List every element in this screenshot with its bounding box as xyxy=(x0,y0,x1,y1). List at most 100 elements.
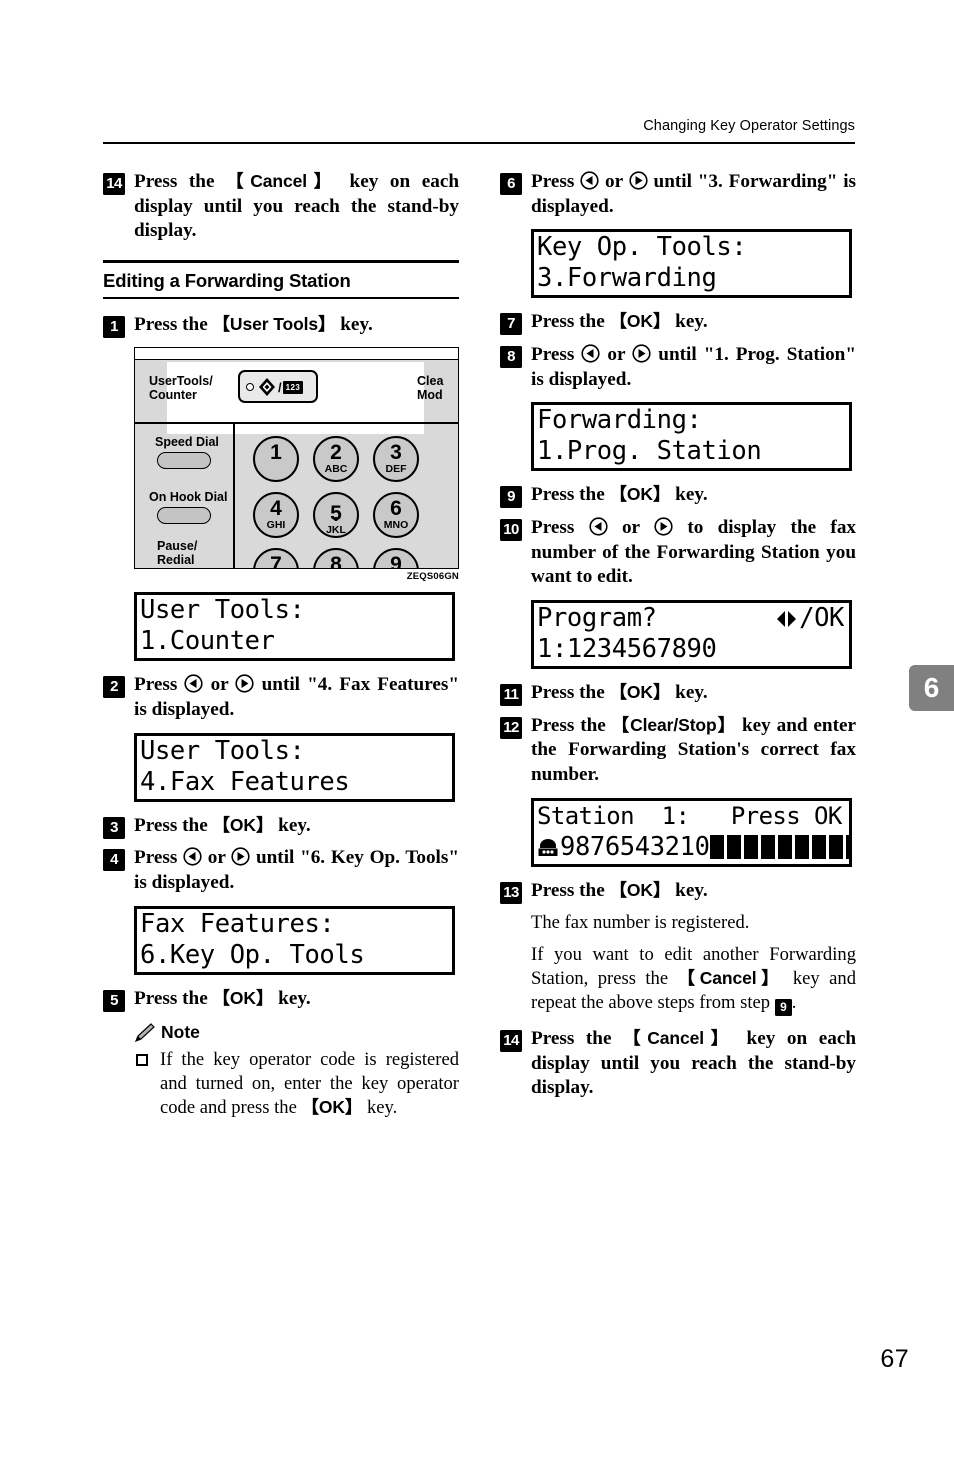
keypad-key-4[interactable]: 4 GHI xyxy=(253,492,299,539)
user-tools-key[interactable]: / 123 xyxy=(238,370,318,404)
key-letters: MNO xyxy=(383,519,409,532)
para-text-c: . xyxy=(791,991,797,1013)
note-heading: Note xyxy=(134,1022,459,1043)
keypad-key-9[interactable]: 9 xyxy=(373,548,419,569)
document-page: Changing Key Operator Settings 14 Press t… xyxy=(0,0,954,1475)
left-arrow-key-icon xyxy=(589,517,608,536)
speed-dial-key[interactable] xyxy=(157,452,211,470)
step-text-after: key. xyxy=(670,311,708,333)
step-text-before: Press the xyxy=(531,1028,624,1050)
keypad-key-3[interactable]: 3 DEF xyxy=(373,436,419,483)
key-digit: 3 xyxy=(390,441,402,465)
keypad-key-2[interactable]: 2 ABC xyxy=(313,436,359,483)
key-letters: GHI xyxy=(266,519,286,532)
step-text-before: Press the xyxy=(531,879,610,901)
step-text-before: Press the xyxy=(531,714,612,736)
user-tools-glyphs: / 123 xyxy=(257,376,304,398)
key-letters: JKL xyxy=(326,524,346,537)
label-speed-dial: Speed Dial xyxy=(155,435,219,450)
on-hook-dial-key[interactable] xyxy=(157,507,211,525)
left-arrow-key-icon xyxy=(184,674,204,693)
lcd-scroll-arrows xyxy=(699,436,844,467)
right-arrow-key-icon xyxy=(629,171,648,190)
key-cancel: 【Cancel】 xyxy=(623,1028,735,1049)
left-column: 14 Press the 【Cancel】 key on each display… xyxy=(103,170,459,1120)
step-badge: 10 xyxy=(500,519,522,542)
chapter-tab: 6 xyxy=(909,665,954,711)
step-3: 3 Press the 【OK】 key. xyxy=(103,814,459,839)
step-1: 1 Press the 【User Tools】 key. xyxy=(103,313,459,338)
telephone-icon xyxy=(538,838,558,856)
lcd-display-key-op-tools: Fax Features: 6.Key Op. Tools xyxy=(134,905,455,975)
lcd-line-1: Fax Features: xyxy=(140,908,335,939)
step-badge: 5 xyxy=(103,989,125,1012)
left-arrow-key-icon xyxy=(581,344,600,363)
note-text-after: key. xyxy=(362,1096,398,1118)
section-heading-block: Editing a Forwarding Station xyxy=(103,260,459,299)
step-text-before: Press the xyxy=(134,814,213,836)
step-badge: 14 xyxy=(500,1030,522,1053)
step-text-before: Press the xyxy=(531,484,610,506)
step-badge: 7 xyxy=(500,313,522,336)
panel-divider-vertical xyxy=(233,422,235,569)
lcd-line-2: 1:1234567890 xyxy=(537,634,717,665)
step-text-before: Press xyxy=(531,517,589,539)
step-9: 9 Press the 【OK】 key. xyxy=(500,483,856,509)
step-7: 7 Press the 【OK】 key. xyxy=(500,310,856,336)
step-badge: 9 xyxy=(500,486,522,509)
step-11: 11 Press the 【OK】 key. xyxy=(500,681,856,707)
right-arrow-key-icon xyxy=(231,847,250,866)
numeric-badge-icon: 123 xyxy=(282,380,304,394)
step-6: 6 Press or until "3. Forwarding" is displ… xyxy=(500,170,856,219)
step-text-before: Press xyxy=(134,674,185,696)
step-2: 2 Press or until "4. Fax Features" is dis… xyxy=(103,673,459,722)
running-header: Changing Key Operator Settings xyxy=(103,118,855,146)
step-badge: 8 xyxy=(500,346,522,369)
key-ok: 【OK】 xyxy=(609,484,671,505)
keypad-key-7[interactable]: 7 xyxy=(253,548,299,569)
key-letters: DEF xyxy=(385,463,407,476)
right-arrow-key-icon xyxy=(235,674,255,693)
section-heading-text: Editing a Forwarding Station xyxy=(103,269,351,291)
step-text-before: Press the xyxy=(134,171,227,192)
label-pause-redial: Pause/ Redial xyxy=(157,539,198,567)
step-badge: 12 xyxy=(500,716,522,739)
key-ok: 【OK】 xyxy=(609,682,671,703)
lcd-line-1: Key Op. Tools: xyxy=(537,232,747,263)
step-text-mid: or xyxy=(600,344,633,366)
tactile-dot-icon xyxy=(334,517,338,522)
right-arrow-key-icon xyxy=(632,344,651,363)
lcd-scroll-arrows xyxy=(302,940,447,971)
lcd-line-2: 9876543210 xyxy=(537,831,849,863)
key-digit: 2 xyxy=(330,441,342,465)
step-8: 8 Press or until "1. Prog. Station" is di… xyxy=(500,343,856,392)
step-text-before: Press the xyxy=(134,987,213,1009)
step-text-before: Press xyxy=(531,344,582,366)
step-text-mid: or xyxy=(203,674,236,696)
panel-divider-horizontal xyxy=(135,422,458,424)
keypad-key-6[interactable]: 6 MNO xyxy=(373,492,419,539)
step-14: 14 Press the 【Cancel】 key on each display… xyxy=(500,1027,856,1101)
lcd-scroll-arrows xyxy=(699,263,844,294)
led-indicator xyxy=(246,383,254,392)
lcd-display-fax-features: User Tools: 4.Fax Features xyxy=(134,732,455,802)
control-panel-illustration: UserTools/ Counter Clea Mod / 123 Speed … xyxy=(134,347,459,582)
key-cancel: 【Cancel】 xyxy=(677,967,784,988)
keypad-key-5[interactable]: 5 JKL xyxy=(313,492,359,539)
step-text-before: Press xyxy=(531,171,581,192)
key-digit: 4 xyxy=(270,497,282,521)
keypad-key-8[interactable]: 8 xyxy=(313,548,359,569)
heading-rule-bottom xyxy=(103,296,459,299)
note-title: Note xyxy=(161,1022,200,1043)
step-badge: 4 xyxy=(103,849,125,872)
step-text-mid: or xyxy=(607,517,655,539)
step-badge: 2 xyxy=(103,676,125,699)
keypad-key-1[interactable]: 1 xyxy=(253,436,299,483)
right-arrow-key-icon xyxy=(654,517,673,536)
lcd-line-1: Station 1: Press OK xyxy=(537,801,842,830)
step-5: 5 Press the 【OK】 key. xyxy=(103,987,459,1012)
lcd-fax-number: 9876543210 xyxy=(560,831,710,862)
step-text-after: key. xyxy=(670,484,708,506)
counter-diamond-icon xyxy=(259,378,275,397)
lcd-cursor-blocks xyxy=(709,834,849,859)
